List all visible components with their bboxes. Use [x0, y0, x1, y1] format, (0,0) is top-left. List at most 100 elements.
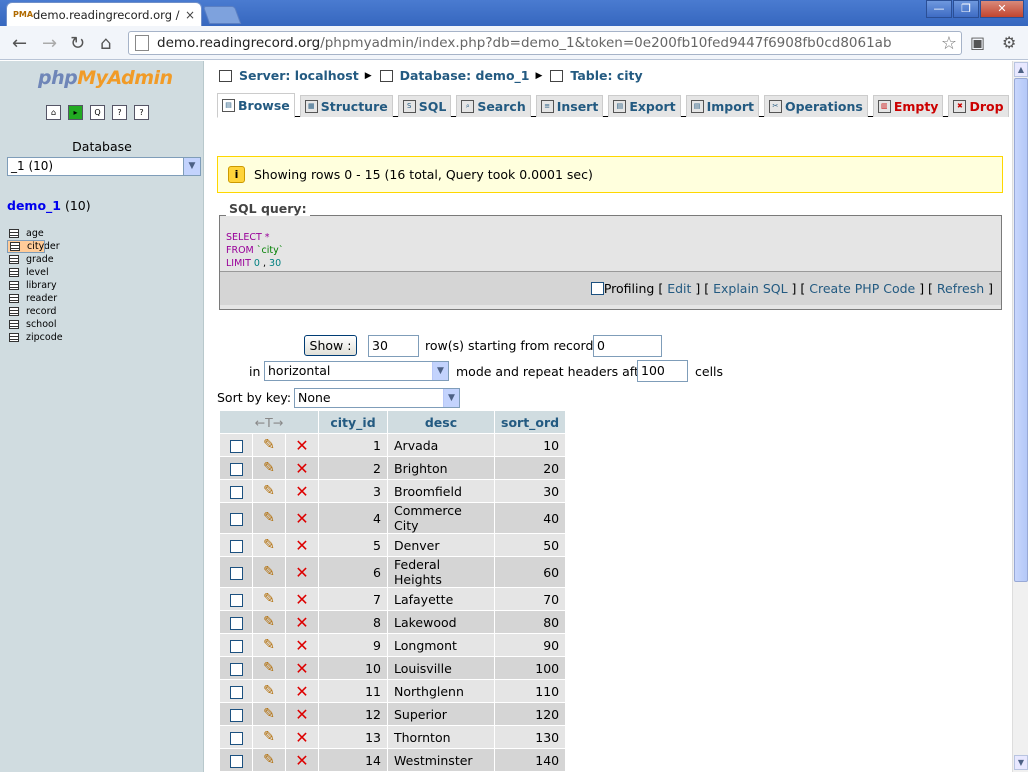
table-icon[interactable]: [9, 333, 19, 342]
tab-insert[interactable]: ≡ Insert: [535, 95, 604, 117]
scroll-up-icon[interactable]: ▲: [1014, 62, 1028, 77]
sidebar-table-item[interactable]: reader: [7, 292, 201, 305]
tab-structure[interactable]: ▦ Structure: [299, 95, 393, 117]
column-header-city_id[interactable]: city_id: [319, 411, 387, 433]
tab-browse[interactable]: ▤ Browse: [217, 93, 295, 118]
row-checkbox[interactable]: [229, 662, 243, 676]
edit-pencil-icon[interactable]: ✎: [263, 729, 275, 745]
edit-pencil-icon[interactable]: ✎: [263, 564, 275, 580]
profiling-checkbox[interactable]: [590, 282, 604, 295]
address-bar[interactable]: demo.readingrecord.org/phpmyadmin/index.…: [128, 31, 962, 55]
tab-close-icon[interactable]: ×: [185, 8, 195, 22]
exit-icon[interactable]: ▸: [68, 105, 83, 120]
column-header-sort_ord[interactable]: sort_ord: [495, 411, 566, 433]
tab-search[interactable]: ⌕ Search: [456, 95, 531, 117]
delete-icon[interactable]: ✕: [295, 536, 308, 555]
sidebar-table-item[interactable]: library: [7, 279, 201, 292]
edit-pencil-icon[interactable]: ✎: [263, 614, 275, 630]
delete-icon[interactable]: ✕: [295, 682, 308, 701]
database-select[interactable]: _1 (10) ▼: [7, 157, 201, 176]
breadcrumb-server[interactable]: Server: localhost: [239, 68, 359, 83]
row-checkbox[interactable]: [229, 512, 243, 526]
bookmark-star-icon[interactable]: ☆: [941, 33, 957, 54]
row-checkbox[interactable]: [229, 754, 243, 768]
column-header-desc[interactable]: desc: [388, 411, 494, 433]
row-checkbox[interactable]: [229, 539, 243, 553]
sidebar-table-item[interactable]: city: [7, 240, 46, 253]
browser-tab[interactable]: PMA demo.readingrecord.org / loc ×: [6, 2, 202, 26]
refresh-link[interactable]: Refresh: [937, 281, 984, 296]
delete-icon[interactable]: ✕: [295, 705, 308, 724]
delete-icon[interactable]: ✕: [295, 509, 308, 528]
delete-icon[interactable]: ✕: [295, 613, 308, 632]
help-icon[interactable]: ?: [134, 105, 149, 120]
delete-icon[interactable]: ✕: [295, 751, 308, 770]
table-icon[interactable]: [9, 268, 19, 277]
create-php-code-link[interactable]: Create PHP Code: [809, 281, 915, 296]
query-window-icon[interactable]: Q: [90, 105, 105, 120]
row-checkbox[interactable]: [229, 731, 243, 745]
row-checkbox[interactable]: [229, 462, 243, 476]
home-icon[interactable]: ⌂: [46, 105, 61, 120]
sort-key-select[interactable]: None ▼: [294, 388, 460, 408]
sidebar-table-item[interactable]: zipcode: [7, 331, 201, 344]
explain-sql-link[interactable]: Explain SQL: [713, 281, 787, 296]
back-icon[interactable]: ←: [12, 33, 27, 54]
start-record-input[interactable]: 0: [593, 335, 662, 357]
row-checkbox[interactable]: [229, 685, 243, 699]
tab-operations[interactable]: ✂ Operations: [763, 95, 868, 117]
scroll-down-icon[interactable]: ▼: [1014, 755, 1028, 770]
table-icon[interactable]: [9, 307, 19, 316]
sidebar-table-item[interactable]: school: [7, 318, 201, 331]
edit-link[interactable]: Edit: [667, 281, 691, 296]
docs-icon[interactable]: ?: [112, 105, 127, 120]
delete-icon[interactable]: ✕: [295, 659, 308, 678]
edit-pencil-icon[interactable]: ✎: [263, 660, 275, 676]
tab-sql[interactable]: S SQL: [397, 95, 452, 117]
delete-icon[interactable]: ✕: [295, 728, 308, 747]
vertical-scrollbar[interactable]: ▲ ▼: [1012, 61, 1028, 772]
edit-pencil-icon[interactable]: ✎: [263, 437, 275, 453]
table-icon[interactable]: [9, 294, 19, 303]
row-checkbox[interactable]: [229, 616, 243, 630]
row-checkbox[interactable]: [229, 439, 243, 453]
delete-icon[interactable]: ✕: [295, 563, 308, 582]
minimize-button[interactable]: —: [926, 0, 952, 18]
delete-icon[interactable]: ✕: [295, 459, 308, 478]
delete-icon[interactable]: ✕: [295, 482, 308, 501]
edit-pencil-icon[interactable]: ✎: [263, 510, 275, 526]
edit-pencil-icon[interactable]: ✎: [263, 483, 275, 499]
edit-pencil-icon[interactable]: ✎: [263, 683, 275, 699]
reload-icon[interactable]: ↻: [70, 33, 85, 54]
extension-icon[interactable]: ▣: [970, 33, 985, 52]
home-icon[interactable]: ⌂: [100, 33, 111, 54]
display-mode-select[interactable]: horizontal ▼: [264, 361, 449, 381]
tab-import[interactable]: ▤ Import: [685, 95, 759, 117]
database-link[interactable]: demo_1: [7, 198, 61, 213]
delete-icon[interactable]: ✕: [295, 436, 308, 455]
edit-pencil-icon[interactable]: ✎: [263, 637, 275, 653]
row-checkbox[interactable]: [229, 708, 243, 722]
table-icon[interactable]: [9, 320, 19, 329]
phpmyadmin-logo[interactable]: phpMyAdmin: [38, 67, 173, 89]
row-checkbox[interactable]: [229, 639, 243, 653]
edit-pencil-icon[interactable]: ✎: [263, 460, 275, 476]
edit-pencil-icon[interactable]: ✎: [263, 591, 275, 607]
sidebar-table-item[interactable]: level: [7, 266, 201, 279]
maximize-button[interactable]: ❐: [953, 0, 979, 18]
edit-pencil-icon[interactable]: ✎: [263, 537, 275, 553]
tab-empty[interactable]: ▥ Empty: [872, 95, 944, 117]
table-icon[interactable]: [10, 242, 20, 251]
repeat-headers-input[interactable]: 100: [637, 360, 688, 382]
breadcrumb-table[interactable]: Table: city: [570, 68, 642, 83]
close-window-button[interactable]: ✕: [980, 0, 1024, 18]
delete-icon[interactable]: ✕: [295, 636, 308, 655]
column-arrows[interactable]: ←T→: [220, 411, 318, 433]
row-checkbox[interactable]: [229, 485, 243, 499]
show-button[interactable]: Show :: [304, 335, 357, 356]
rows-input[interactable]: 30: [368, 335, 419, 357]
table-icon[interactable]: [9, 281, 19, 290]
edit-pencil-icon[interactable]: ✎: [263, 752, 275, 768]
breadcrumb-database[interactable]: Database: demo_1: [400, 68, 530, 83]
table-icon[interactable]: [9, 255, 19, 264]
